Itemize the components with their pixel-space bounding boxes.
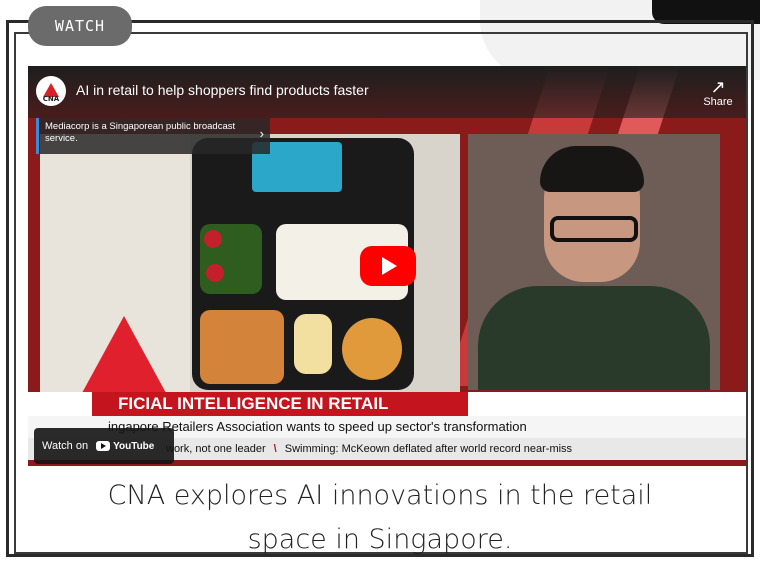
video-caption: CNA explores AI innovations in the retai… (20, 474, 740, 562)
tomato (206, 264, 224, 282)
caption-line: CNA explores AI innovations in the retai… (107, 480, 653, 511)
caption-line: space in Singapore. (247, 524, 513, 555)
video-title[interactable]: AI in retail to help shoppers find produ… (76, 82, 369, 98)
channel-logo-icon[interactable]: CNA (36, 76, 66, 106)
share-button[interactable]: ↗ Share (698, 78, 738, 108)
watch-on-label: Watch on (42, 440, 89, 452)
info-panel[interactable]: Mediacorp is a Singaporean public broadc… (36, 118, 270, 154)
channel-logo-text: CNA (42, 95, 60, 103)
share-label: Share (703, 96, 733, 108)
speaker-glasses (550, 216, 638, 242)
watch-on-youtube-button[interactable]: Watch on YouTube (34, 428, 174, 464)
play-icon (382, 257, 397, 275)
chevron-right-icon: › (259, 126, 264, 141)
speaker-hair (540, 146, 644, 192)
youtube-icon (96, 441, 111, 451)
curry-compartment (342, 318, 402, 380)
share-icon: ↗ (710, 77, 726, 97)
speaker-video-panel (468, 134, 720, 390)
ticker-item: work, not one leader (166, 443, 266, 455)
video-top-bar: CNA AI in retail to help shoppers find p… (28, 66, 746, 118)
info-panel-text: Mediacorp is a Singaporean public broadc… (45, 121, 236, 144)
play-button[interactable] (360, 246, 416, 286)
egg-compartment (294, 314, 332, 374)
video-embed[interactable]: CNA AI in retail to help shoppers find p… (28, 66, 746, 466)
news-headline: FICIAL INTELLIGENCE IN RETAIL (92, 392, 468, 416)
tomato (204, 230, 222, 248)
speaker-body (478, 286, 710, 390)
youtube-wordmark: YouTube (113, 440, 155, 452)
ticker-item: Swimming: McKeown deflated after world r… (284, 443, 573, 455)
fried-meat-compartment (200, 310, 284, 384)
ticker-separator: \ (273, 443, 277, 455)
watch-tag: WATCH (28, 6, 132, 46)
